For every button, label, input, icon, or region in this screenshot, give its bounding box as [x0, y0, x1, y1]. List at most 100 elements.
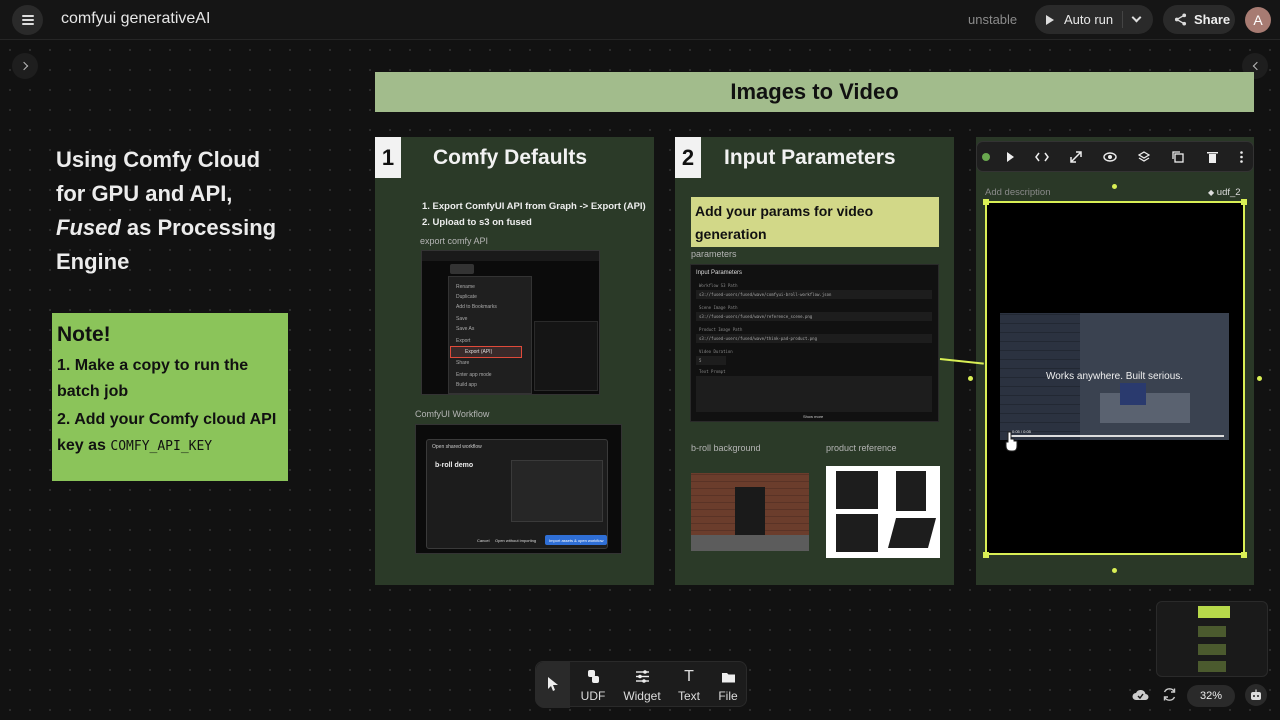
- label-workflow: ComfyUI Workflow: [415, 409, 490, 419]
- zoom-level[interactable]: 32%: [1187, 685, 1235, 707]
- expand-icon[interactable]: [1059, 141, 1093, 172]
- label-parameters: parameters: [691, 249, 737, 259]
- trash-icon[interactable]: [1195, 141, 1229, 172]
- copy-icon[interactable]: [1161, 141, 1195, 172]
- laptop-shape: [1120, 383, 1146, 405]
- video-progress-bar[interactable]: [1008, 435, 1224, 437]
- select-tool[interactable]: [536, 662, 570, 708]
- note-line: 1. Make a copy to run the batch job: [57, 357, 249, 400]
- folder-icon: [721, 668, 736, 686]
- hamburger-icon: [21, 15, 34, 25]
- param-label: Product Image Path: [699, 327, 743, 332]
- panel-input-parameters[interactable]: 2 Input Parameters Add your params for v…: [675, 137, 954, 585]
- connector-dot[interactable]: [1257, 376, 1262, 381]
- resize-handle[interactable]: [983, 199, 989, 205]
- autorun-label: Auto run: [1064, 12, 1114, 27]
- params-callout: Add your params for video generation: [691, 197, 939, 247]
- heading-line: Using Comfy Cloud: [56, 147, 261, 172]
- laptop-shape: [836, 471, 878, 509]
- autorun-button[interactable]: Auto run: [1035, 5, 1153, 34]
- dialog-title: Open shared workflow: [432, 444, 482, 450]
- heading-emphasis: Fused: [56, 215, 121, 240]
- panel-comfy-defaults[interactable]: 1 Comfy Defaults 1. Export ComfyUI API f…: [375, 137, 654, 585]
- export-api-highlight: Export (API): [450, 346, 522, 358]
- export-screenshot[interactable]: Rename Duplicate Add to Bookmarks Save S…: [421, 250, 600, 395]
- description-input[interactable]: Add description: [985, 187, 1050, 198]
- menu-button[interactable]: [12, 5, 43, 35]
- menu-item: Export: [456, 338, 471, 344]
- bottom-toolbar: UDF Widget T Text File: [535, 661, 747, 708]
- chevron-down-icon[interactable]: [1131, 12, 1142, 23]
- resize-handle[interactable]: [983, 552, 989, 558]
- cursor-hand-icon: [1005, 431, 1018, 452]
- banner-title[interactable]: Images to Video: [375, 72, 1254, 112]
- params-header: Input Parameters: [696, 270, 743, 276]
- video-caption: Works anywhere. Built serious.: [1045, 371, 1184, 382]
- param-field: s3://fused-users/fused/wave/comfyui-brol…: [696, 290, 932, 299]
- panel-number: 2: [675, 137, 701, 178]
- param-field: s3://fused-users/fused/wave/think-pad-pr…: [696, 334, 932, 343]
- divider: [1122, 11, 1123, 28]
- bot-icon: [1251, 689, 1261, 700]
- connector-dot[interactable]: [1112, 568, 1117, 573]
- param-value: 5: [699, 358, 702, 363]
- tool-label: Text: [677, 688, 700, 703]
- dialog-open: Open without importing: [495, 538, 537, 543]
- sidewalk: [691, 535, 809, 551]
- heading-line: Engine: [56, 249, 130, 274]
- eye-icon[interactable]: [1093, 141, 1127, 172]
- diamond-icon: ◆: [1208, 188, 1215, 197]
- note-code: COMFY_API_KEY: [110, 439, 213, 454]
- text-tool[interactable]: T Text: [672, 662, 706, 708]
- panel-title: Input Parameters: [724, 146, 896, 169]
- menu-item: Save: [456, 316, 468, 322]
- status-dot-icon: [977, 141, 995, 172]
- prompt-field: [696, 376, 932, 412]
- minimap-block: [1198, 626, 1226, 637]
- widget-tool[interactable]: Widget: [620, 662, 664, 708]
- chevron-right-icon: [19, 61, 28, 71]
- resize-handle[interactable]: [1241, 552, 1247, 558]
- share-button[interactable]: Share: [1163, 5, 1235, 34]
- udf-name[interactable]: ◆ udf_2: [1208, 187, 1241, 198]
- graph-chip: [450, 264, 474, 274]
- layers-icon[interactable]: [1127, 141, 1161, 172]
- avatar[interactable]: A: [1245, 7, 1271, 33]
- connector-dot[interactable]: [1112, 184, 1117, 189]
- show-more: Show more: [803, 414, 824, 419]
- broll-image[interactable]: [691, 473, 809, 551]
- assistant-button[interactable]: [1245, 684, 1267, 706]
- resize-handle[interactable]: [1241, 199, 1247, 205]
- video-player[interactable]: Works anywhere. Built serious. 0:05 / 0:…: [1000, 313, 1229, 440]
- param-label: Text Prompt: [699, 369, 726, 374]
- chevron-left-icon: [1252, 61, 1261, 71]
- expand-left-button[interactable]: [12, 53, 38, 79]
- more-icon[interactable]: [1229, 141, 1253, 172]
- menu-item: Enter app mode: [456, 372, 492, 378]
- step-item: 1. Export ComfyUI API from Graph -> Expo…: [422, 201, 646, 212]
- cursor-icon: [548, 676, 558, 691]
- canvas-heading[interactable]: Using Comfy Cloud for GPU and API, Fused…: [56, 143, 296, 279]
- parameters-screenshot[interactable]: Input Parameters Workflow S3 Path s3://f…: [690, 264, 939, 422]
- minimap-block: [1198, 644, 1226, 655]
- sync-icon[interactable]: [1162, 687, 1177, 702]
- menu-item: Add to Bookmarks: [456, 304, 497, 310]
- udf-name-label: udf_2: [1216, 187, 1241, 198]
- minimap[interactable]: [1156, 601, 1268, 677]
- file-tool[interactable]: File: [712, 662, 744, 708]
- udf-tool[interactable]: UDF: [576, 662, 610, 708]
- heading-line: Fused as Processing: [56, 211, 296, 245]
- code-icon[interactable]: [1025, 141, 1059, 172]
- product-image[interactable]: [826, 466, 940, 558]
- cloud-check-icon[interactable]: [1132, 688, 1149, 702]
- app-title[interactable]: comfyui generativeAI: [61, 10, 210, 28]
- tool-label: Widget: [623, 688, 661, 703]
- play-icon[interactable]: [995, 141, 1025, 172]
- connector-dot[interactable]: [968, 376, 973, 381]
- tool-label: UDF: [580, 688, 606, 703]
- dialog-heading: b-roll demo: [435, 462, 474, 469]
- note-card[interactable]: Note! 1. Make a copy to run the batch jo…: [52, 313, 288, 481]
- workflow-screenshot[interactable]: Open shared workflow b-roll demo Cancel …: [415, 424, 622, 554]
- steps-list: 1. Export ComfyUI API from Graph -> Expo…: [422, 199, 646, 231]
- note-title: Note!: [57, 323, 111, 346]
